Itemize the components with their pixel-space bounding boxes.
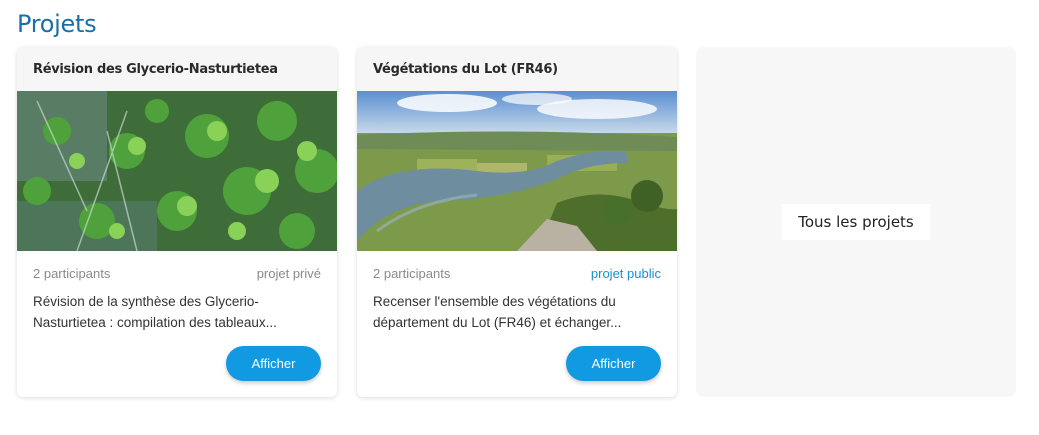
afficher-button[interactable]: Afficher (226, 346, 321, 381)
project-card: Végétations du Lot (FR46) 2 participants… (357, 47, 677, 397)
project-image (17, 91, 337, 251)
all-projects-card[interactable]: Tous les projets (696, 47, 1016, 397)
participants-count: 2 participants (373, 266, 451, 281)
afficher-button[interactable]: Afficher (566, 346, 661, 381)
participants-count: 2 participants (33, 266, 111, 281)
project-card-title: Végétations du Lot (FR46) (357, 47, 677, 91)
project-meta: 2 participants projet public (357, 266, 677, 281)
project-image (357, 91, 677, 251)
visibility-badge: projet public (590, 266, 661, 281)
visibility-badge: projet privé (256, 266, 321, 281)
section-title: Projets (17, 10, 97, 38)
project-card: Révision des Glycerio-Nasturtietea 2 par… (17, 47, 337, 397)
project-description: Révision de la synthèse des Glycerio-Nas… (33, 294, 277, 330)
all-projects-button[interactable]: Tous les projets (782, 204, 930, 240)
project-card-title: Révision des Glycerio-Nasturtietea (17, 47, 337, 91)
project-description: Recenser l'ensemble des végétations du d… (373, 294, 622, 330)
project-meta: 2 participants projet privé (17, 266, 337, 281)
